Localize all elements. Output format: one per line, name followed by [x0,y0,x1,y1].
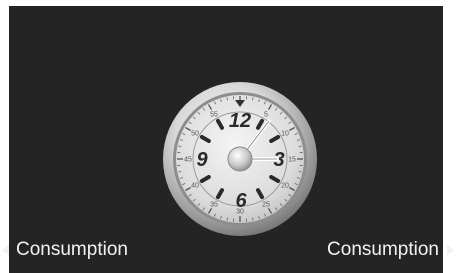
clock-center-hub [227,146,253,172]
seconds-ring-number: 40 [191,183,199,190]
consumption-previous-label: Consumption [16,239,128,260]
instrument-display: 5 10 15 20 25 30 35 40 45 50 55 12 3 6 9 [9,6,443,273]
arrow-left-icon [2,245,9,255]
seconds-ring-number: 25 [262,202,270,209]
numeral-6: 6 [235,190,247,212]
seconds-ring-number: 15 [288,157,296,164]
seconds-ring-number: 50 [191,131,199,138]
consumption-previous-button[interactable]: Consumption [2,237,128,263]
consumption-next-button[interactable]: Consumption [327,237,454,263]
seconds-ring-number: 55 [210,111,218,118]
analog-clock: 5 10 15 20 25 30 35 40 45 50 55 12 3 6 9 [161,80,319,238]
seconds-ring-number: 5 [264,111,268,118]
consumption-next-label: Consumption [327,239,439,260]
clock-face-graphic: 510152025303540455055 12 3 6 9 [163,82,317,236]
seconds-ring-number: 20 [281,183,289,190]
seconds-ring-number: 10 [281,131,289,138]
seconds-ring-number: 45 [184,157,192,164]
seconds-ring-number: 35 [210,202,218,209]
arrow-right-icon [447,245,454,255]
numeral-9: 9 [196,149,208,171]
numeral-12: 12 [229,110,251,132]
